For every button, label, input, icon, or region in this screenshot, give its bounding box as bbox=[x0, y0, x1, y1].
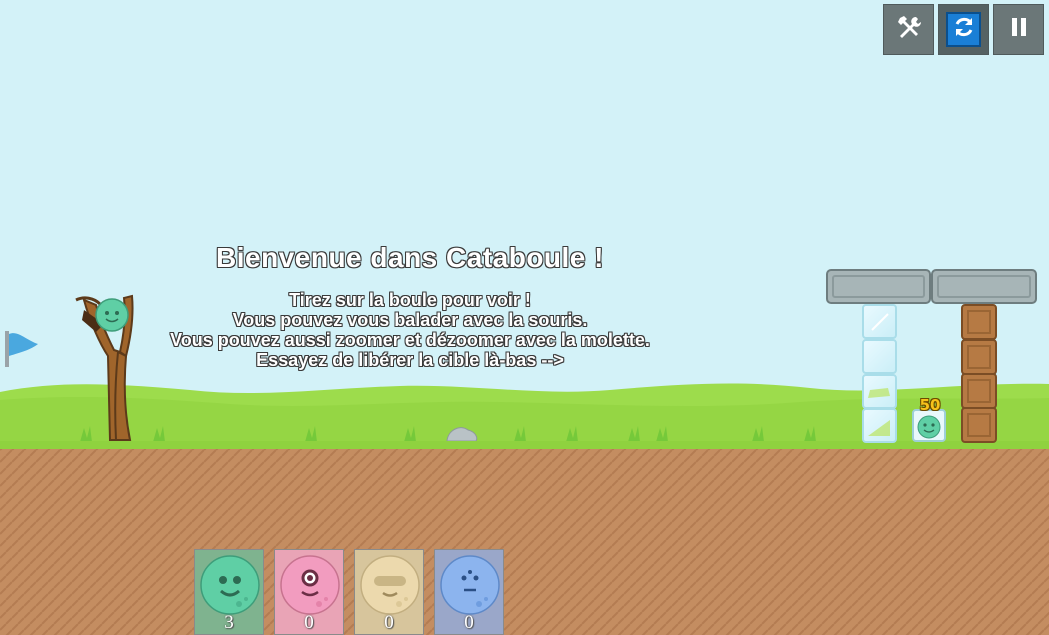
instructions: Tirez sur la boule pour voir ! Vous pouv… bbox=[110, 290, 710, 370]
green-ball-icon bbox=[200, 555, 260, 615]
wood-block bbox=[961, 304, 997, 340]
stone-block bbox=[931, 269, 1037, 304]
refresh-icon bbox=[952, 15, 976, 44]
ball-card-pink[interactable]: 0 bbox=[274, 549, 344, 635]
ice-block bbox=[862, 408, 897, 443]
reset-button[interactable] bbox=[938, 4, 989, 55]
ice-block bbox=[862, 304, 897, 339]
ice-block bbox=[862, 339, 897, 374]
target-box bbox=[912, 409, 946, 442]
ball-count: 0 bbox=[384, 612, 394, 633]
instruction-line: Vous pouvez aussi zoomer et dézoomer ave… bbox=[170, 330, 650, 350]
ball-card-beige[interactable]: 0 bbox=[354, 549, 424, 635]
welcome-title: Bienvenue dans Cataboule ! bbox=[216, 242, 604, 273]
ground-dirt bbox=[0, 449, 1049, 635]
blue-ball-icon bbox=[440, 555, 500, 615]
ball-card-green[interactable]: 3 bbox=[194, 549, 264, 635]
pink-ball-icon bbox=[280, 555, 340, 615]
wood-block bbox=[961, 407, 997, 443]
ball-count: 0 bbox=[304, 612, 314, 633]
ball-count: 0 bbox=[464, 612, 474, 633]
ice-block bbox=[862, 374, 897, 409]
wood-block bbox=[961, 339, 997, 375]
tools-button[interactable] bbox=[883, 4, 934, 55]
target-score: 50 bbox=[919, 396, 941, 414]
ball-count: 3 bbox=[224, 612, 234, 633]
beige-ball-icon bbox=[360, 555, 420, 615]
stone-block bbox=[826, 269, 931, 304]
pause-icon bbox=[1009, 16, 1029, 43]
pause-button[interactable] bbox=[993, 4, 1044, 55]
instruction-line: Vous pouvez vous balader avec la souris. bbox=[232, 310, 588, 330]
wood-block bbox=[961, 373, 997, 409]
instruction-line: Tirez sur la boule pour voir ! bbox=[289, 290, 531, 310]
ball-card-blue[interactable]: 0 bbox=[434, 549, 504, 635]
instruction-line: Essayez de libérer la cible là-bas --> bbox=[256, 350, 564, 370]
hammer-wrench-icon bbox=[894, 12, 924, 47]
